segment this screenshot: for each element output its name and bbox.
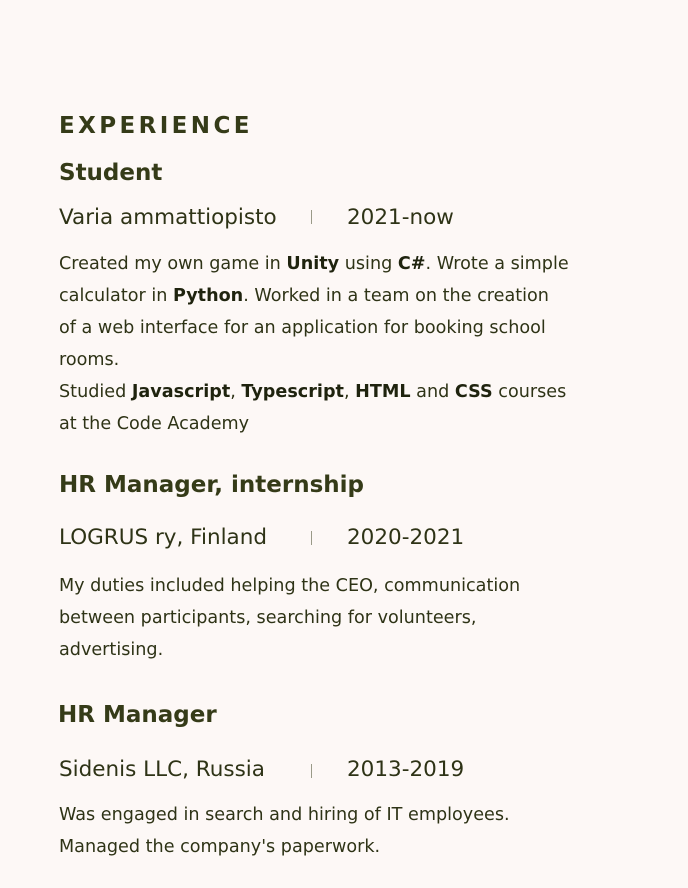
job-meta: Varia ammattiopisto 2021-now <box>59 203 579 233</box>
job-title: HR Manager, internship <box>59 472 365 498</box>
highlighted-skill: Javascript <box>131 382 231 403</box>
highlighted-skill: C# <box>397 254 426 274</box>
highlighted-skill: Python <box>172 286 244 307</box>
highlighted-skill: CSS <box>454 382 493 403</box>
job-title: HR Manager <box>58 702 217 728</box>
job-description: Was engaged in search and hiring of IT e… <box>59 805 510 858</box>
job-meta: Sidenis LLC, Russia 2013-2019 <box>59 755 579 785</box>
meta-separator <box>311 210 312 224</box>
employment-period: 2013-2019 <box>347 757 465 782</box>
job-title: Student <box>59 160 163 186</box>
employment-period: 2021-now <box>347 205 454 230</box>
highlighted-skill: HTML <box>355 382 411 403</box>
employment-period: 2020-2021 <box>347 525 465 550</box>
highlighted-skill: Typescript <box>241 382 344 403</box>
section-title: EXPERIENCE <box>59 113 253 139</box>
meta-separator <box>311 531 312 545</box>
meta-separator <box>311 764 312 778</box>
job-description: My duties included helping the CEO, comm… <box>59 576 521 661</box>
company-name: LOGRUS ry, Finland <box>59 525 268 550</box>
highlighted-skill: Unity <box>286 254 340 274</box>
job-description: Created my own game in Unity using C#. W… <box>59 254 569 435</box>
company-name: Varia ammattiopisto <box>59 205 277 230</box>
job-meta: LOGRUS ry, Finland 2020-2021 <box>59 523 579 553</box>
company-name: Sidenis LLC, Russia <box>59 757 265 782</box>
